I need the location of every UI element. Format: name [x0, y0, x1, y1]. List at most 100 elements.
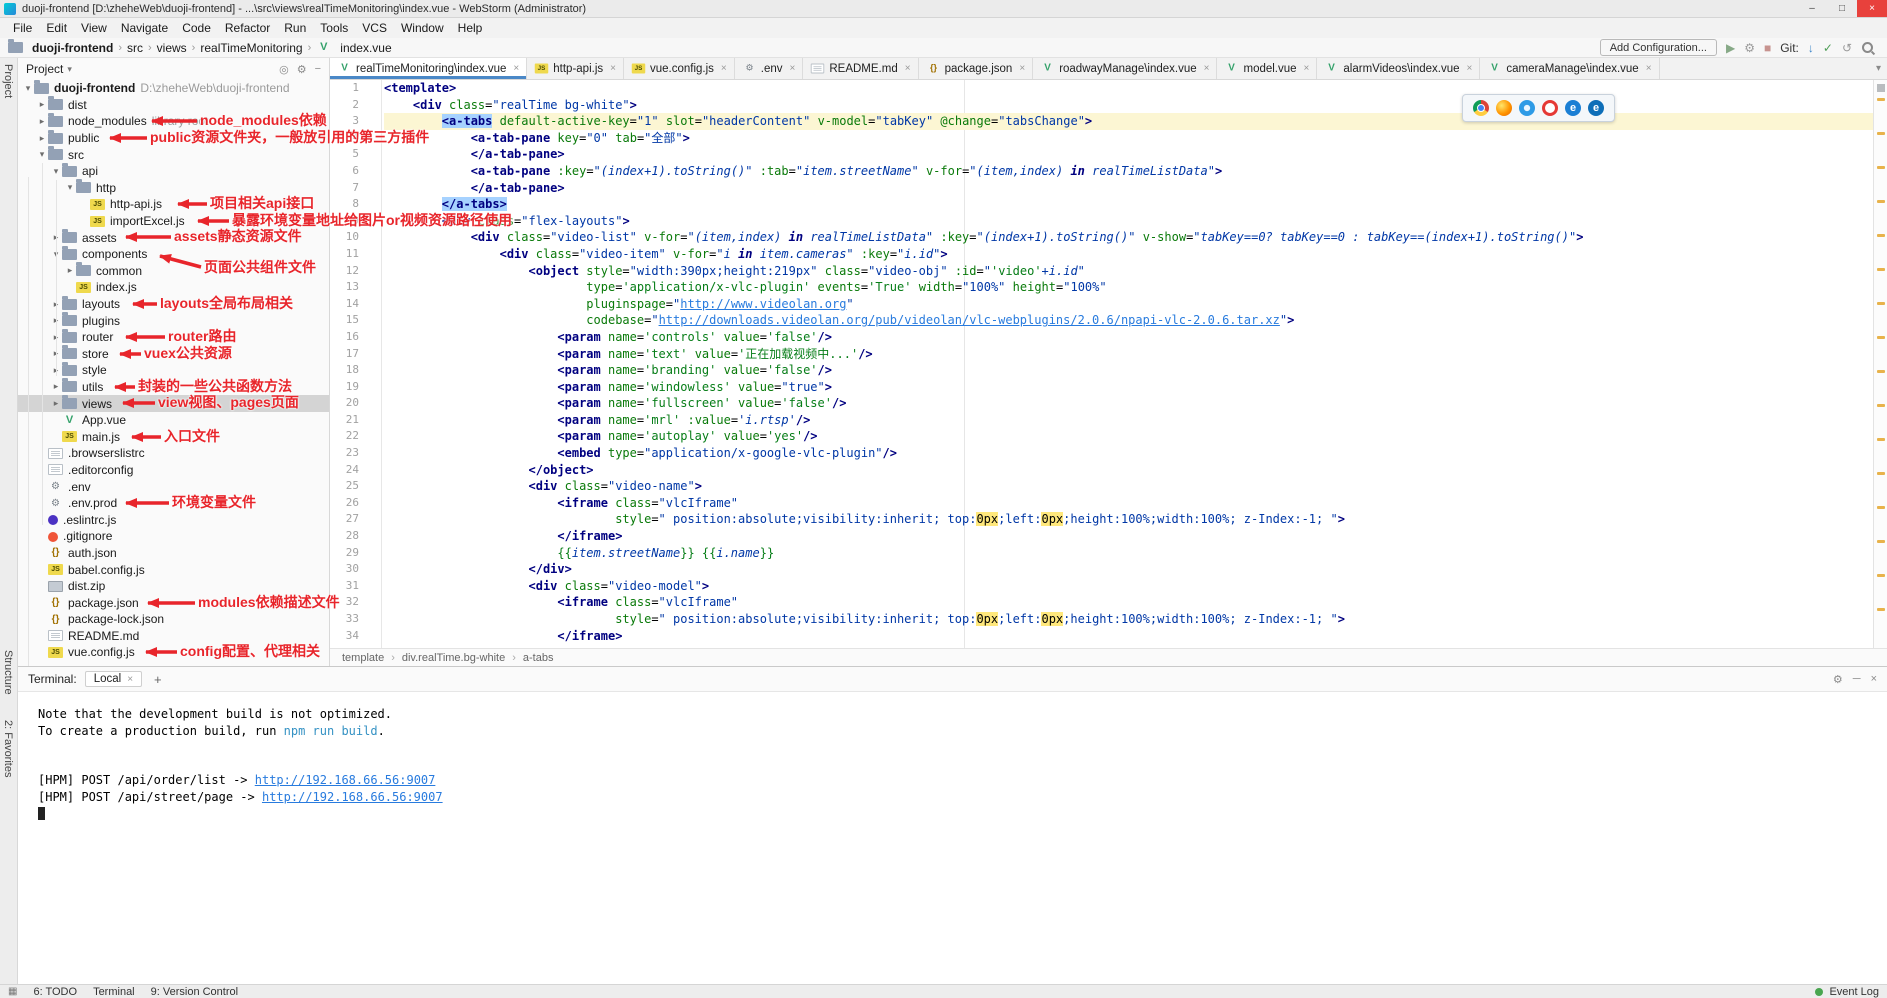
code-line-5[interactable]: </a-tab-pane>: [384, 146, 1873, 163]
run-icon[interactable]: ▶: [1726, 42, 1735, 54]
toolwindow-switcher-icon[interactable]: ▦: [8, 986, 17, 997]
error-stripe-mark[interactable]: [1877, 336, 1885, 339]
code-line-24[interactable]: </object>: [384, 462, 1873, 479]
breadcrumb-item-src[interactable]: src: [127, 41, 143, 55]
chevron-down-icon[interactable]: ▾: [67, 64, 72, 75]
menu-edit[interactable]: Edit: [39, 20, 74, 36]
terminal-close-icon[interactable]: ×: [1871, 673, 1877, 686]
code-line-26[interactable]: <iframe class="vlcIframe": [384, 495, 1873, 512]
hide-panel-icon[interactable]: −: [315, 63, 321, 76]
breadcrumb-item-index-vue[interactable]: Vindex.vue: [316, 41, 391, 55]
search-everywhere-icon[interactable]: [1861, 41, 1875, 55]
code-line-25[interactable]: <div class="video-name">: [384, 478, 1873, 495]
code-line-30[interactable]: </div>: [384, 561, 1873, 578]
code-line-22[interactable]: <param name='autoplay' value='yes'/>: [384, 428, 1873, 445]
stop-icon[interactable]: ■: [1764, 42, 1771, 54]
menu-code[interactable]: Code: [175, 20, 218, 36]
project-panel-title[interactable]: Project: [26, 62, 63, 76]
status-item-terminal[interactable]: Terminal: [93, 986, 135, 998]
status-item-6-todo[interactable]: 6: TODO: [33, 986, 77, 998]
add-configuration-button[interactable]: Add Configuration...: [1600, 39, 1717, 56]
editor-tab-alarmvideos-index-vue[interactable]: ValarmVideos\index.vue×: [1317, 58, 1480, 79]
tree-collapse-icon[interactable]: ▾: [64, 182, 76, 193]
code-line-34[interactable]: </iframe>: [384, 628, 1873, 645]
tree-item-gitignore[interactable]: .gitignore: [18, 528, 329, 545]
tree-item-browserslistrc[interactable]: .browserslistrc: [18, 445, 329, 462]
terminal-minimize-icon[interactable]: ─: [1853, 673, 1861, 686]
opera-icon[interactable]: [1542, 100, 1558, 116]
locate-file-icon[interactable]: ◎: [279, 63, 289, 76]
error-stripe-mark[interactable]: [1877, 166, 1885, 169]
tab-close-icon[interactable]: ×: [1467, 63, 1473, 74]
editor-tab-roadwaymanage-index-vue[interactable]: VroadwayManage\index.vue×: [1033, 58, 1217, 79]
tree-collapse-icon[interactable]: ▾: [36, 149, 48, 160]
breadcrumb-item-duoji-frontend[interactable]: duoji-frontend: [8, 41, 113, 55]
tree-collapse-icon[interactable]: ▾: [50, 166, 62, 177]
code-line-13[interactable]: type='application/x-vlc-plugin' events='…: [384, 279, 1873, 296]
code-line-27[interactable]: style=" position:absolute;visibility:inh…: [384, 511, 1873, 528]
editor-tab-http-api-js[interactable]: JShttp-api.js×: [527, 58, 624, 79]
editor-tab-readme-md[interactable]: README.md×: [803, 58, 918, 79]
internet-explorer-icon[interactable]: e: [1565, 100, 1581, 116]
editor-breadcrumb-template[interactable]: template: [342, 652, 384, 664]
code-line-11[interactable]: <div class="video-item" v-for="i in item…: [384, 246, 1873, 263]
status-item-9-version-control[interactable]: 9: Version Control: [151, 986, 238, 998]
menu-help[interactable]: Help: [451, 20, 490, 36]
git-commit-icon[interactable]: ✓: [1823, 42, 1833, 54]
error-stripe-mark[interactable]: [1877, 132, 1885, 135]
menu-navigate[interactable]: Navigate: [114, 20, 175, 36]
code-line-4[interactable]: <a-tab-pane key="0" tab="全部">: [384, 130, 1873, 147]
terminal-link[interactable]: http://192.168.66.56:9007: [262, 790, 443, 804]
tree-expand-icon[interactable]: ▸: [50, 398, 62, 409]
code-line-29[interactable]: {{item.streetName}} {{i.name}}: [384, 545, 1873, 562]
tree-expand-icon[interactable]: ▸: [36, 133, 48, 144]
tab-close-icon[interactable]: ×: [1019, 63, 1025, 74]
history-icon[interactable]: ↺: [1842, 42, 1852, 54]
code-editor[interactable]: <template> <div class="realTime bg-white…: [382, 80, 1873, 644]
code-line-17[interactable]: <param name='text' value='正在加载视频中...'/>: [384, 346, 1873, 363]
gear-icon[interactable]: ⚙: [297, 63, 307, 76]
terminal-gear-icon[interactable]: ⚙: [1833, 673, 1843, 686]
error-stripe-mark[interactable]: [1877, 234, 1885, 237]
editor-tab-package-json[interactable]: {}package.json×: [919, 58, 1034, 79]
close-icon[interactable]: ×: [127, 674, 133, 685]
terminal-tab-local[interactable]: Local ×: [85, 671, 142, 687]
toolstrip-project[interactable]: Project: [2, 64, 14, 98]
code-line-1[interactable]: <template>: [384, 80, 1873, 97]
error-stripe-mark[interactable]: [1877, 98, 1885, 101]
tab-close-icon[interactable]: ×: [1204, 63, 1210, 74]
tab-close-icon[interactable]: ×: [1646, 63, 1652, 74]
editor-breadcrumb-a-tabs[interactable]: a-tabs: [523, 652, 554, 664]
edge-icon[interactable]: e: [1588, 100, 1604, 116]
error-stripe-mark[interactable]: [1877, 200, 1885, 203]
menu-view[interactable]: View: [74, 20, 114, 36]
tree-item-api[interactable]: ▾api: [18, 163, 329, 180]
code-line-28[interactable]: </iframe>: [384, 528, 1873, 545]
firefox-icon[interactable]: [1496, 100, 1512, 116]
code-line-9[interactable]: <div class="flex-layouts">: [384, 213, 1873, 230]
code-line-32[interactable]: <iframe class="vlcIframe": [384, 594, 1873, 611]
tree-item-auth-json[interactable]: {}auth.json: [18, 545, 329, 562]
error-stripe-mark[interactable]: [1877, 438, 1885, 441]
tab-close-icon[interactable]: ×: [610, 63, 616, 74]
minimize-button[interactable]: –: [1797, 0, 1827, 17]
tree-item-package-lock-json[interactable]: {}package-lock.json: [18, 611, 329, 628]
error-stripe-mark[interactable]: [1877, 472, 1885, 475]
code-line-18[interactable]: <param name='branding' value='false'/>: [384, 362, 1873, 379]
code-line-31[interactable]: <div class="video-model">: [384, 578, 1873, 595]
code-line-16[interactable]: <param name='controls' value='false'/>: [384, 329, 1873, 346]
event-log-label[interactable]: Event Log: [1829, 986, 1879, 998]
error-stripe-mark[interactable]: [1877, 608, 1885, 611]
tab-list-chevron-icon[interactable]: ▾: [1870, 63, 1887, 74]
tree-expand-icon[interactable]: ▸: [36, 116, 48, 127]
editor-tab-cameramanage-index-vue[interactable]: VcameraManage\index.vue×: [1480, 58, 1659, 79]
tab-close-icon[interactable]: ×: [790, 63, 796, 74]
terminal-link[interactable]: http://192.168.66.56:9007: [255, 773, 436, 787]
tree-item-eslintrc-js[interactable]: .eslintrc.js: [18, 511, 329, 528]
code-line-3[interactable]: <a-tabs default-active-key="1" slot="hea…: [384, 113, 1873, 130]
tree-item-babel-config-js[interactable]: JSbabel.config.js: [18, 561, 329, 578]
code-line-7[interactable]: </a-tab-pane>: [384, 180, 1873, 197]
code-line-8[interactable]: </a-tabs>: [384, 196, 1873, 213]
toolstrip-structure[interactable]: Structure: [2, 650, 14, 695]
code-line-23[interactable]: <embed type="application/x-google-vlc-pl…: [384, 445, 1873, 462]
